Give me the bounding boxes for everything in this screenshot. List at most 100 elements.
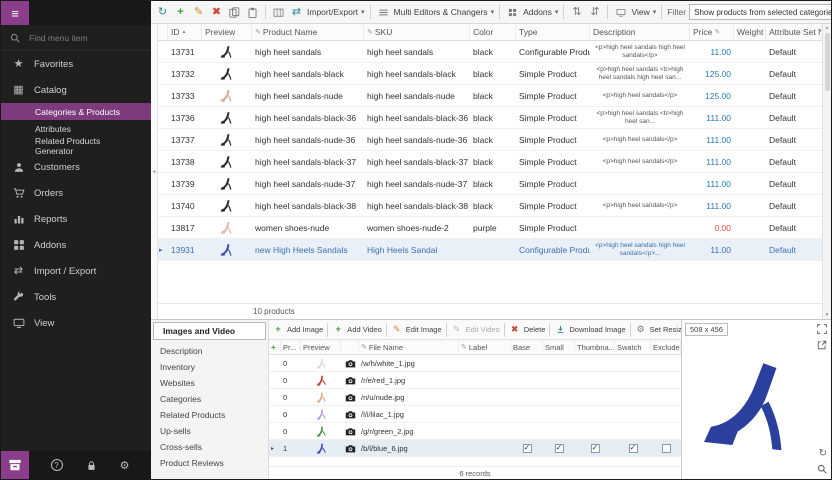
thumbnail-checkbox[interactable]: ✓	[591, 444, 600, 453]
media-row[interactable]: 0 /n/u/nude.jpg	[269, 389, 681, 406]
swatch-checkbox[interactable]: ✓	[629, 444, 638, 453]
refresh-button[interactable]: ↻	[155, 7, 170, 18]
table-row[interactable]: 13817 women shoes-nude women shoes-nude-…	[158, 217, 822, 239]
panel-splitter[interactable]: ◄	[151, 24, 158, 319]
scroll-up-icon[interactable]: ▲	[825, 25, 830, 31]
sidebar-item-import-export[interactable]: ⇄ Import / Export	[1, 258, 151, 284]
table-row[interactable]: 13738 high heel sandals-black-37 high he…	[158, 151, 822, 173]
tab-up-sells[interactable]: Up-sells	[151, 423, 268, 439]
help-button[interactable]: ?	[51, 459, 63, 471]
import-export-button[interactable]: ⇄ Import/Export ▾	[289, 7, 365, 18]
row-expand-icon[interactable]: ▸	[269, 445, 281, 452]
tab-related-products[interactable]: Related Products	[151, 407, 268, 423]
header-swatch[interactable]: Swatch	[615, 340, 651, 354]
header-color[interactable]: Color	[470, 24, 516, 40]
base-checkbox[interactable]: ✓	[523, 444, 532, 453]
sort-ascending-button[interactable]: ⇅	[569, 7, 584, 18]
add-image-button[interactable]: +Add Image	[272, 325, 323, 334]
header-type[interactable]: Type	[516, 24, 590, 40]
settings-button[interactable]: ⚙	[120, 459, 130, 472]
table-row[interactable]: 13733 high heel sandals-nude high heel s…	[158, 85, 822, 107]
column-chooser-button[interactable]	[271, 7, 286, 18]
addons-button[interactable]: Addons ▾	[505, 7, 558, 17]
scroll-down-icon[interactable]: ▼	[825, 312, 830, 318]
edit-image-button[interactable]: ✎Edit Image	[391, 325, 442, 334]
scrollbar-thumb[interactable]	[825, 33, 830, 91]
sidebar-item-related-products-generator[interactable]: Related Products Generator	[1, 137, 151, 154]
add-video-button[interactable]: +Add Video	[332, 325, 381, 334]
vertical-scrollbar[interactable]: ▲ ▼	[822, 24, 831, 319]
header-label[interactable]: ✎Label	[459, 340, 511, 354]
fullscreen-button[interactable]	[817, 324, 827, 334]
delete-image-button[interactable]: ✖Delete	[509, 325, 546, 334]
header-thumbnail[interactable]: Thumbna...	[575, 340, 615, 354]
table-row[interactable]: 13732 high heel sandals-black high heel …	[158, 63, 822, 85]
sidebar-item-orders[interactable]: Orders	[1, 180, 151, 206]
table-row-selected[interactable]: ▸ 13931 new High Heels Sandals High Heel…	[158, 239, 822, 261]
sidebar-item-catalog[interactable]: ▦ Catalog	[1, 77, 151, 103]
table-row[interactable]: 13736 high heel sandals-black-36 high he…	[158, 107, 822, 129]
tab-description[interactable]: Description	[151, 343, 268, 359]
header-pr[interactable]: Pr...▲	[281, 340, 301, 354]
paste-button[interactable]	[245, 7, 260, 18]
table-row[interactable]: 13731 high heel sandals high heel sandal…	[158, 41, 822, 63]
header-preview[interactable]: Preview	[301, 340, 341, 354]
edit-product-button[interactable]: ✎	[191, 7, 206, 18]
multi-editors-button[interactable]: Multi Editors & Changers ▾	[376, 7, 495, 18]
header-preview[interactable]: Preview	[202, 24, 252, 40]
hamburger-menu-button[interactable]: ≡	[1, 1, 29, 25]
cell-pr: 0	[281, 359, 301, 368]
sidebar-item-attributes[interactable]: Attributes	[1, 120, 151, 137]
tab-product-reviews[interactable]: Product Reviews	[151, 455, 268, 471]
sidebar-item-addons[interactable]: Addons	[1, 232, 151, 258]
zoom-button[interactable]	[817, 464, 827, 474]
table-row[interactable]: 13739 high heel sandals-nude-37 high hee…	[158, 173, 822, 195]
sidebar-item-view[interactable]: View	[1, 310, 151, 336]
tab-cross-sells[interactable]: Cross-sells	[151, 439, 268, 455]
header-base[interactable]: Base	[511, 340, 543, 354]
header-exclude[interactable]: Exclude	[651, 340, 681, 354]
sidebar-item-customers[interactable]: Customers	[1, 154, 151, 180]
header-attribute-set[interactable]: Attribute Set Name	[766, 24, 822, 40]
delete-product-button[interactable]: ✖	[209, 7, 224, 18]
header-small[interactable]: Small	[543, 340, 575, 354]
media-row[interactable]: 0 /r/e/red_1.jpg	[269, 372, 681, 389]
tab-inventory[interactable]: Inventory	[151, 359, 268, 375]
media-row[interactable]: 0 /w/h/white_1.jpg	[269, 355, 681, 372]
edit-video-button[interactable]: ✎Edit Video	[451, 325, 500, 334]
menu-search-input[interactable]	[27, 32, 127, 44]
media-row[interactable]: 0 /g/r/green_2.jpg	[269, 423, 681, 440]
tab-images-and-video[interactable]: Images and Video	[153, 322, 266, 340]
addons-icon	[12, 239, 25, 251]
media-row-selected[interactable]: ▸ 1 /b/l/blue_6.jpg ✓ ✓ ✓ ✓	[269, 440, 681, 457]
header-price[interactable]: Price✎	[690, 24, 734, 40]
header-description[interactable]: Description	[590, 24, 690, 40]
sidebar-item-categories-products[interactable]: Categories & Products	[1, 103, 151, 120]
tab-websites[interactable]: Websites	[151, 375, 268, 391]
copy-button[interactable]	[227, 7, 242, 18]
tab-categories[interactable]: Categories	[151, 391, 268, 407]
add-product-button[interactable]: +	[173, 7, 188, 18]
table-row[interactable]: 13737 high heel sandals-nude-36 high hee…	[158, 129, 822, 151]
open-external-button[interactable]	[817, 340, 827, 350]
row-expand-icon[interactable]: ▸	[158, 246, 168, 254]
lock-button[interactable]	[86, 460, 97, 471]
header-id[interactable]: ID▲	[168, 24, 202, 40]
view-button[interactable]: View ▾	[613, 7, 656, 17]
header-weight[interactable]: Weight	[734, 24, 766, 40]
sidebar-item-favorites[interactable]: ★ Favorites	[1, 51, 151, 77]
sort-descending-button[interactable]: ⇵	[587, 7, 602, 18]
header-file-name[interactable]: ✎File Name	[359, 340, 459, 354]
small-checkbox[interactable]: ✓	[555, 444, 564, 453]
download-image-button[interactable]: Download Image	[554, 325, 625, 334]
sidebar-item-reports[interactable]: Reports	[1, 206, 151, 232]
sidebar-item-tools[interactable]: Tools	[1, 284, 151, 310]
filter-category-select[interactable]: Show products from selected categories ▾	[689, 4, 832, 20]
header-sku[interactable]: ✎SKU	[364, 24, 470, 40]
rotate-button[interactable]: ↻	[819, 449, 827, 459]
header-product-name[interactable]: ✎Product Name	[252, 24, 364, 40]
media-row[interactable]: 0 /l/i/lilac_1.jpg	[269, 406, 681, 423]
table-row[interactable]: 13740 high heel sandals-black-38 high he…	[158, 195, 822, 217]
exclude-checkbox[interactable]	[662, 444, 671, 453]
store-button[interactable]	[1, 451, 29, 479]
